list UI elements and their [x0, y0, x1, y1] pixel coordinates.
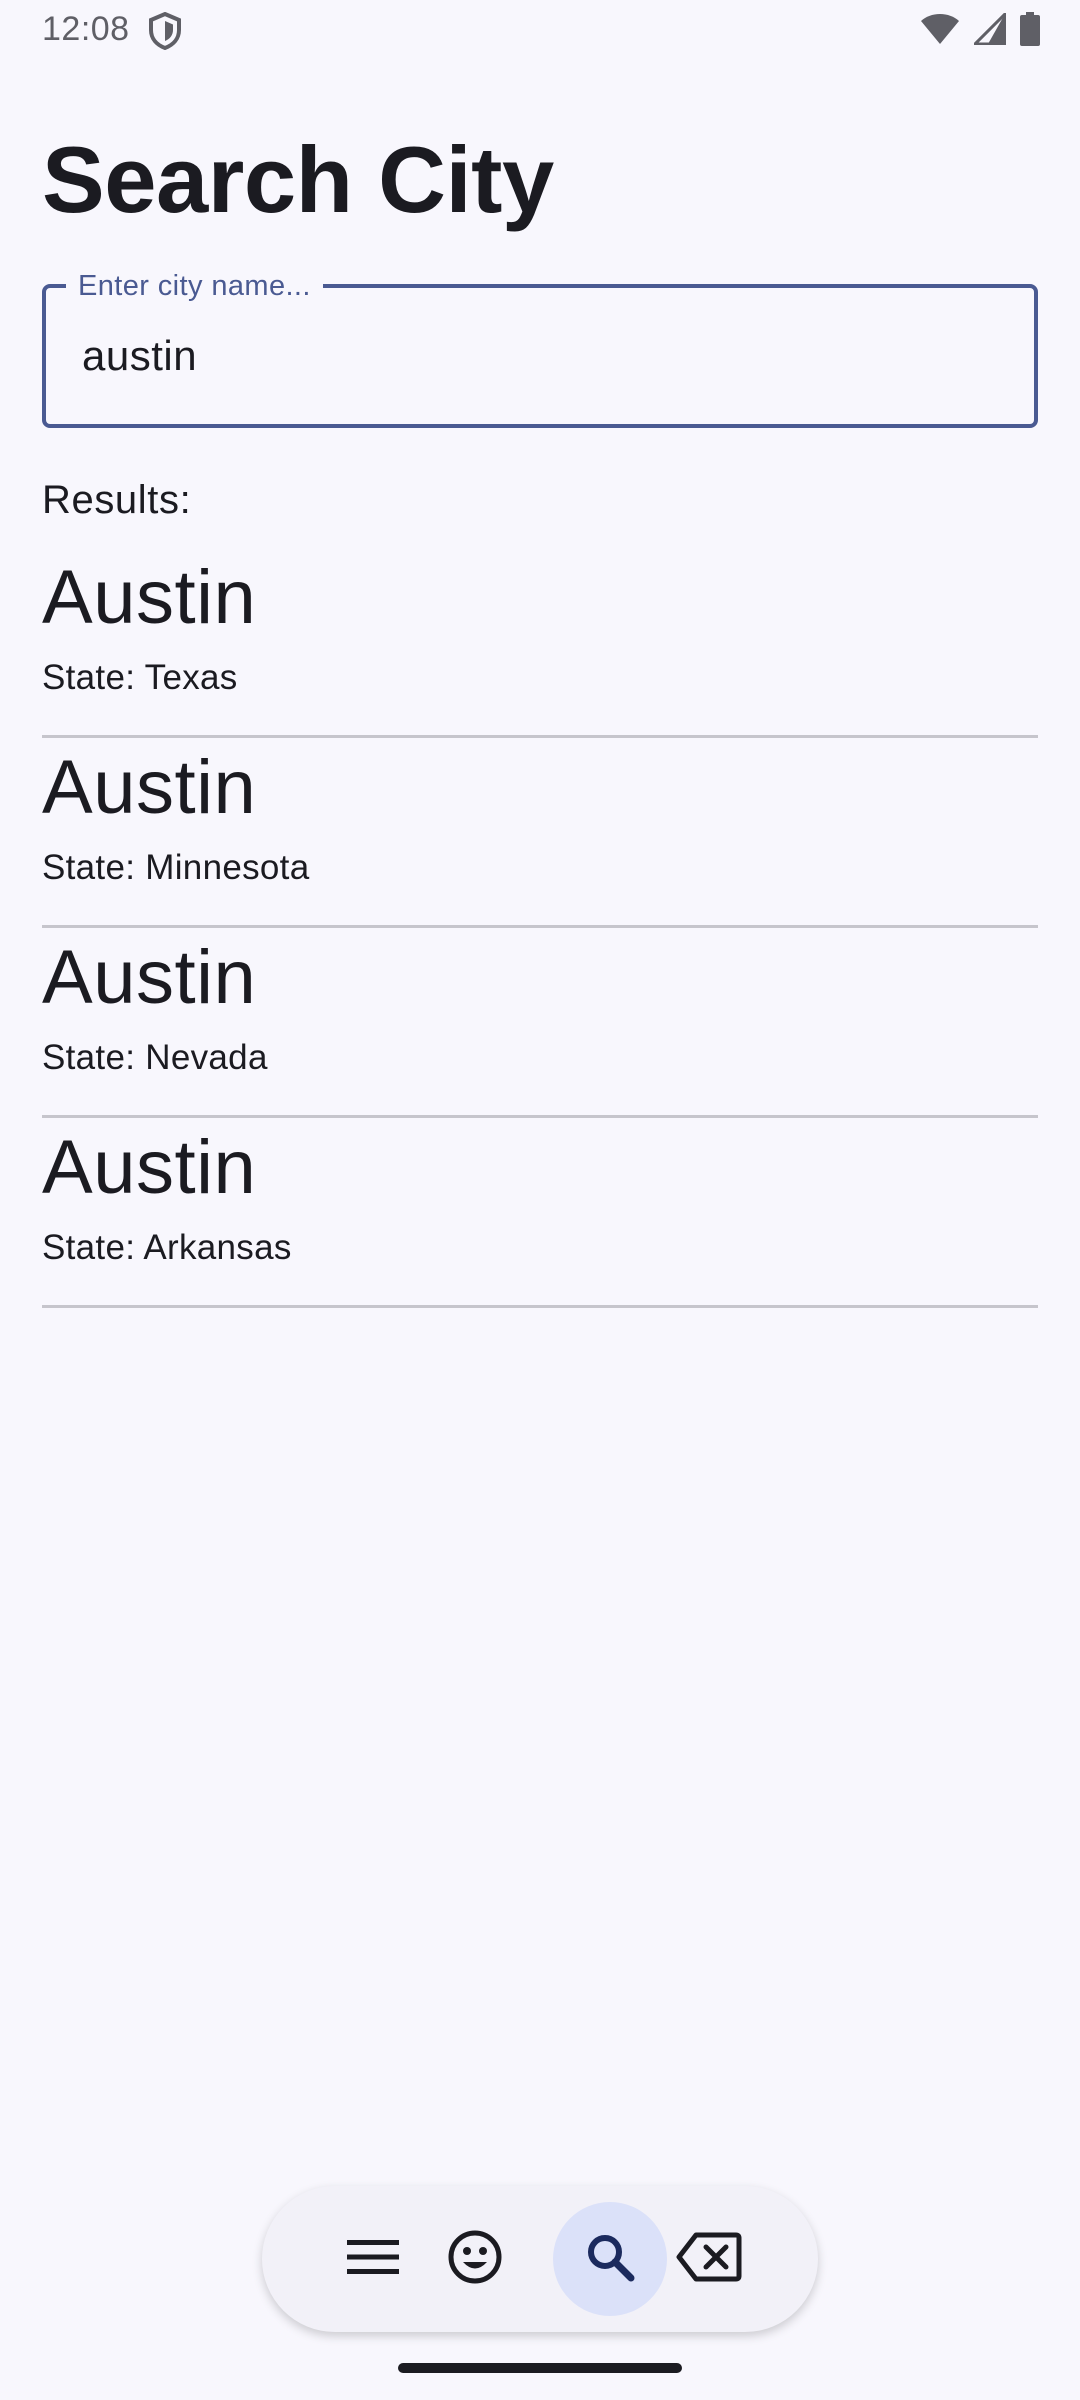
result-state: State: Minnesota — [42, 848, 310, 887]
search-icon — [585, 2232, 635, 2287]
wifi-icon — [920, 13, 960, 50]
result-city-name: Austin — [42, 745, 257, 830]
result-item[interactable]: Austin State: Nevada — [42, 928, 1038, 1118]
result-state: State: Arkansas — [42, 1228, 292, 1267]
keyboard-toolbar — [262, 2186, 818, 2332]
city-search-field[interactable]: Enter city name... — [42, 268, 1038, 428]
result-state: State: Nevada — [42, 1038, 268, 1077]
emoji-icon — [447, 2229, 503, 2290]
page-title: Search City — [42, 127, 554, 232]
backspace-icon — [676, 2231, 742, 2288]
status-icons — [920, 9, 1040, 51]
result-city-name: Austin — [42, 555, 257, 640]
cellular-signal-icon — [971, 9, 1007, 50]
result-state: State: Texas — [42, 658, 238, 697]
battery-icon — [1020, 11, 1040, 51]
status-bar: 12:08 — [0, 0, 1080, 62]
menu-button[interactable] — [316, 2202, 430, 2316]
home-indicator[interactable] — [398, 2363, 682, 2373]
shield-icon — [148, 11, 182, 51]
result-item[interactable]: Austin State: Minnesota — [42, 738, 1038, 928]
backspace-button[interactable] — [652, 2202, 766, 2316]
result-city-name: Austin — [42, 1125, 257, 1210]
results-list: Austin State: Texas Austin State: Minnes… — [42, 548, 1038, 1308]
search-button[interactable] — [553, 2202, 667, 2316]
search-field-label: Enter city name... — [66, 268, 323, 304]
emoji-button[interactable] — [418, 2202, 532, 2316]
results-heading: Results: — [42, 478, 192, 522]
result-city-name: Austin — [42, 935, 257, 1020]
city-search-input[interactable] — [82, 330, 982, 382]
status-time: 12:08 — [42, 10, 130, 48]
result-item[interactable]: Austin State: Texas — [42, 548, 1038, 738]
menu-icon — [347, 2237, 399, 2282]
result-item[interactable]: Austin State: Arkansas — [42, 1118, 1038, 1308]
